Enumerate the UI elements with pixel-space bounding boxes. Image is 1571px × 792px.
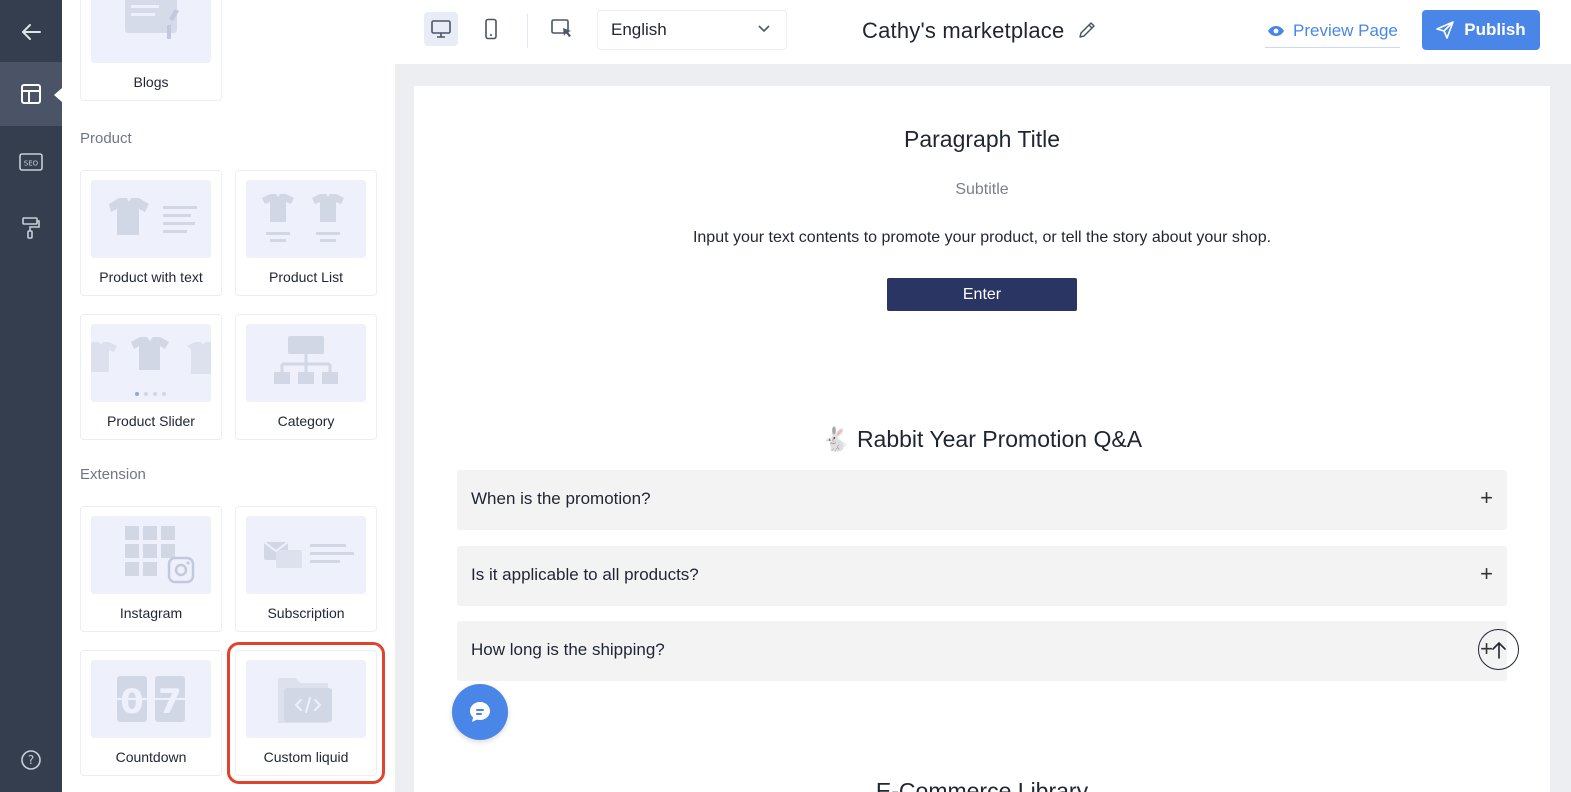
back-button[interactable] — [0, 0, 62, 64]
plus-icon: + — [1480, 485, 1493, 510]
seo-icon-text: SEO — [24, 160, 39, 168]
paint-roller-icon — [22, 217, 40, 239]
section-library-panel: Blogs Product Product with text Product … — [62, 0, 395, 792]
pencil-edit-icon[interactable] — [1077, 20, 1097, 40]
help-button[interactable]: ? — [0, 728, 62, 792]
desktop-view-button[interactable] — [424, 12, 458, 46]
block-label: Product with text — [99, 269, 203, 285]
seo-icon: SEO — [19, 153, 43, 171]
rail-layout-button[interactable] — [0, 62, 62, 126]
page-preview-canvas: Paragraph Title Subtitle Input your text… — [414, 86, 1550, 792]
product-slider-thumbnail — [91, 324, 211, 402]
publish-button[interactable]: Publish — [1422, 10, 1540, 50]
category-thumbnail — [246, 324, 366, 402]
block-label: Subscription — [267, 605, 345, 621]
toolbar-divider — [527, 14, 528, 48]
block-card-product-slider[interactable]: Product Slider — [80, 314, 222, 440]
block-card-instagram[interactable]: Instagram — [80, 506, 222, 632]
section-title-extension: Extension — [80, 466, 146, 483]
rail-theme-button[interactable] — [0, 196, 62, 260]
block-card-subscription[interactable]: Subscription — [235, 506, 377, 632]
back-arrow-icon — [22, 24, 41, 40]
help-icon: ? — [21, 750, 41, 770]
block-label: Countdown — [115, 749, 187, 765]
eye-icon — [1268, 25, 1284, 36]
block-card-custom-liquid[interactable]: Custom liquid — [227, 642, 385, 784]
desktop-icon — [431, 20, 451, 38]
block-card-countdown[interactable]: 07 Countdown — [80, 650, 222, 776]
countdown-thumbnail: 07 — [91, 660, 211, 738]
paper-plane-icon — [1436, 21, 1455, 39]
faq-item[interactable]: When is the promotion? + — [457, 470, 1507, 530]
cursor-select-icon — [551, 19, 571, 37]
chat-button[interactable] — [452, 684, 508, 740]
product-with-text-thumbnail — [91, 180, 211, 258]
help-icon-text: ? — [28, 753, 34, 767]
next-section-title[interactable]: E-Commerce Library — [414, 778, 1550, 792]
scroll-to-top-button[interactable] — [1478, 629, 1519, 670]
svg-text:7: 7 — [158, 682, 182, 722]
preview-page-label: Preview Page — [1293, 20, 1398, 40]
language-select[interactable]: English — [597, 10, 787, 50]
faq-title[interactable]: 🐇 Rabbit Year Promotion Q&A — [414, 426, 1550, 453]
arrow-up-icon — [1491, 641, 1506, 659]
product-list-thumbnail — [246, 180, 366, 258]
layout-icon — [21, 84, 41, 104]
editor-toolbar: English Cathy's marketplace Preview Page… — [395, 0, 1571, 64]
faq-item[interactable]: How long is the shipping? + — [457, 621, 1507, 681]
block-card-blogs[interactable]: Blogs — [80, 0, 222, 101]
block-label: Blogs — [133, 74, 169, 90]
block-label: Category — [277, 413, 335, 429]
custom-liquid-thumbnail — [246, 660, 366, 738]
publish-label: Publish — [1464, 20, 1526, 39]
block-label: Product List — [269, 269, 343, 285]
preview-page-link[interactable]: Preview Page — [1265, 14, 1400, 48]
mobile-icon — [485, 18, 497, 40]
site-title: Cathy's marketplace — [862, 18, 1097, 44]
svg-text:0: 0 — [120, 682, 144, 722]
instagram-thumbnail — [91, 516, 211, 594]
enter-button[interactable]: Enter — [887, 278, 1077, 311]
chat-bubble-icon — [470, 702, 490, 722]
paragraph-subtitle[interactable]: Subtitle — [414, 181, 1550, 199]
block-card-product-list[interactable]: Product List — [235, 170, 377, 296]
block-label: Custom liquid — [263, 749, 349, 765]
language-value: English — [611, 20, 667, 39]
block-card-category[interactable]: Category — [235, 314, 377, 440]
blogs-thumbnail — [91, 0, 211, 63]
faq-question: How long is the shipping? — [471, 640, 665, 659]
select-element-button[interactable] — [545, 12, 579, 46]
chevron-down-icon — [758, 25, 770, 33]
subscription-thumbnail — [246, 516, 366, 594]
faq-item[interactable]: Is it applicable to all products? + — [457, 546, 1507, 606]
rail-seo-button[interactable]: SEO — [0, 130, 62, 194]
plus-icon: + — [1480, 561, 1493, 586]
block-label: Instagram — [119, 605, 183, 621]
mobile-view-button[interactable] — [474, 12, 508, 46]
site-title-text: Cathy's marketplace — [862, 18, 1065, 43]
faq-question: Is it applicable to all products? — [471, 565, 699, 584]
left-rail: SEO ? — [0, 0, 62, 792]
block-label: Product Slider — [107, 413, 195, 429]
section-title-product: Product — [80, 130, 132, 147]
faq-question: When is the promotion? — [471, 489, 651, 508]
block-card-product-with-text[interactable]: Product with text — [80, 170, 222, 296]
paragraph-body[interactable]: Input your text contents to promote your… — [414, 229, 1550, 247]
paragraph-title[interactable]: Paragraph Title — [414, 126, 1550, 153]
